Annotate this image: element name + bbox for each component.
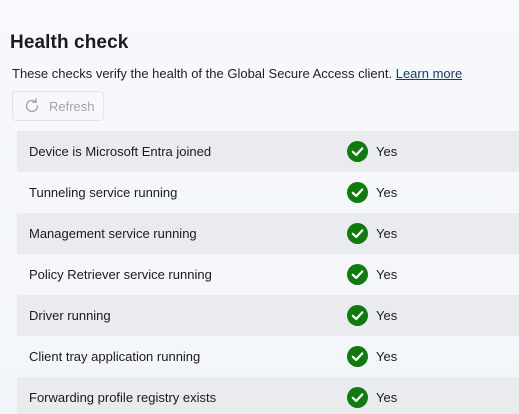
- check-status: Yes: [376, 349, 398, 364]
- refresh-button[interactable]: Refresh: [12, 91, 104, 121]
- check-label: Forwarding profile registry exists: [29, 390, 217, 405]
- page-description: These checks verify the health of the Gl…: [12, 66, 462, 81]
- check-status: Yes: [376, 226, 398, 241]
- check-label: Tunneling service running: [29, 185, 178, 200]
- health-check-page: Health check These checks verify the hea…: [0, 0, 519, 414]
- description-text: These checks verify the health of the Gl…: [12, 66, 393, 81]
- check-label: Device is Microsoft Entra joined: [29, 144, 212, 159]
- check-circle-icon: [347, 264, 368, 285]
- check-status: Yes: [376, 144, 398, 159]
- check-label: Client tray application running: [29, 349, 201, 364]
- page-title: Health check: [10, 32, 129, 53]
- check-status: Yes: [376, 308, 398, 323]
- learn-more-link[interactable]: Learn more: [396, 66, 462, 81]
- check-circle-icon: [347, 182, 368, 203]
- refresh-icon: [23, 97, 41, 115]
- list-item: Client tray application running Yes: [17, 336, 519, 377]
- list-item: Device is Microsoft Entra joined Yes: [17, 131, 519, 172]
- check-label: Management service running: [29, 226, 197, 241]
- check-circle-icon: [347, 346, 368, 367]
- check-label: Driver running: [29, 308, 111, 323]
- checks-list: Device is Microsoft Entra joined Yes Tun…: [17, 131, 519, 414]
- list-item: Policy Retriever service running Yes: [17, 254, 519, 295]
- check-circle-icon: [347, 141, 368, 162]
- check-status: Yes: [376, 185, 398, 200]
- refresh-label: Refresh: [49, 98, 95, 114]
- check-circle-icon: [347, 387, 368, 408]
- check-circle-icon: [347, 305, 368, 326]
- list-item: Forwarding profile registry exists Yes: [17, 377, 519, 414]
- check-circle-icon: [347, 223, 368, 244]
- list-item: Management service running Yes: [17, 213, 519, 254]
- list-item: Driver running Yes: [17, 295, 519, 336]
- check-status: Yes: [376, 390, 398, 405]
- list-item: Tunneling service running Yes: [17, 172, 519, 213]
- check-status: Yes: [376, 267, 398, 282]
- check-label: Policy Retriever service running: [29, 267, 212, 282]
